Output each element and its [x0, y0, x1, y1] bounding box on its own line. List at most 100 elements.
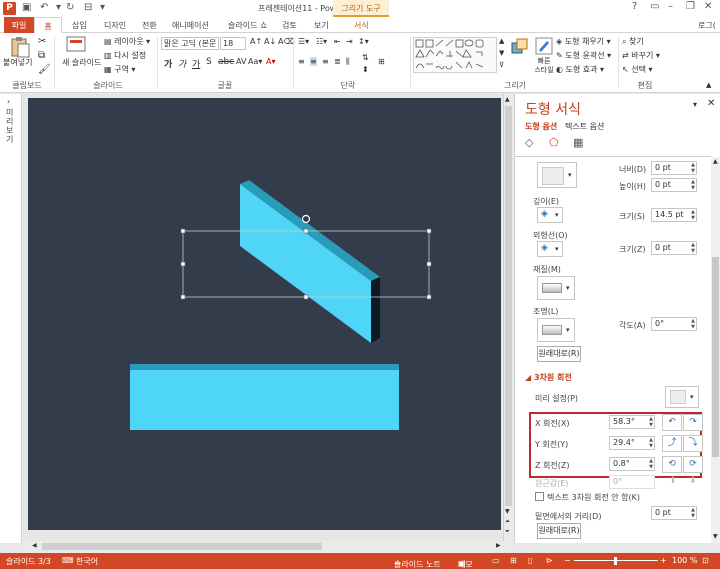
shape-fill-button[interactable]: ◈ 도형 채우기 ▾: [556, 36, 611, 47]
align-text-icon[interactable]: ⬍: [362, 65, 369, 74]
increase-indent-icon[interactable]: ⇥: [346, 37, 353, 46]
hscroll-thumb[interactable]: [42, 543, 322, 550]
restore-icon[interactable]: ❐: [686, 1, 695, 12]
scroll-up-icon[interactable]: ▲: [505, 96, 510, 103]
undo-icon[interactable]: ↶: [40, 2, 48, 13]
fit-slide-icon[interactable]: ⊡: [702, 556, 709, 565]
char-spacing-icon[interactable]: AV: [236, 57, 246, 66]
shape-outline-button[interactable]: ✎ 도형 윤곽선 ▾: [556, 50, 611, 61]
shrink-font-icon[interactable]: A↓: [264, 37, 276, 46]
shadow-icon[interactable]: S: [206, 57, 212, 67]
new-slide-icon[interactable]: [66, 36, 88, 54]
gallery-more-icon[interactable]: ⊽: [499, 61, 504, 69]
distance-spinner[interactable]: 0 pt ▲ ▼: [651, 506, 697, 520]
tab-text-options[interactable]: 텍스트 옵션: [565, 121, 604, 132]
y-rotate-down-icon[interactable]: ⤵: [683, 435, 703, 452]
smartart-icon[interactable]: ⊞: [378, 57, 385, 66]
reset-3d-rotation-button[interactable]: 원래대로(R): [537, 523, 581, 539]
shapes-gallery[interactable]: [413, 37, 497, 73]
tab-insert[interactable]: 삽입: [72, 17, 87, 33]
minimize-icon[interactable]: –: [668, 1, 673, 12]
spinner-arrows-icon[interactable]: ▲ ▼: [649, 437, 653, 449]
font-color-icon[interactable]: A▾: [266, 57, 276, 66]
help-icon[interactable]: ?: [632, 1, 637, 12]
shape-effects-button[interactable]: ◐ 도형 효과 ▾: [556, 64, 604, 75]
tab-file[interactable]: 파일: [4, 17, 34, 33]
scroll-down-icon[interactable]: ▼: [713, 533, 718, 540]
zoom-slider-thumb[interactable]: [614, 557, 617, 565]
tab-view[interactable]: 보기: [314, 17, 329, 33]
spinner-arrows-icon[interactable]: ▲ ▼: [691, 507, 695, 519]
tab-shape-options[interactable]: 도형 옵션: [525, 121, 557, 132]
spinner-arrows-icon[interactable]: ▲ ▼: [649, 416, 653, 428]
prev-slide-icon[interactable]: ⏶: [505, 518, 510, 526]
close-icon[interactable]: ✕: [704, 1, 712, 12]
scroll-up-icon[interactable]: ▲: [713, 158, 718, 165]
underline-icon[interactable]: 가: [192, 57, 200, 70]
arrange-icon[interactable]: [510, 37, 530, 57]
align-center-icon[interactable]: ≡: [310, 57, 317, 66]
material-dropdown[interactable]: ▾: [537, 276, 575, 300]
font-name-dropdown[interactable]: 맑은 고딕 (본문: [161, 37, 219, 50]
new-slide-button[interactable]: 새 슬라이드: [62, 57, 101, 68]
next-slide-icon[interactable]: ⏷: [505, 528, 510, 536]
find-button[interactable]: ⌕ 찾기: [622, 36, 644, 47]
x-rotation-spinner[interactable]: 58.3° ▲ ▼: [609, 415, 655, 429]
replace-button[interactable]: ⇄ 바꾸기 ▾: [622, 50, 660, 61]
account-name[interactable]: 로그(: [698, 17, 716, 33]
line-spacing-icon[interactable]: ↕▾: [358, 37, 369, 46]
spinner-arrows-icon[interactable]: ▲ ▼: [691, 162, 695, 174]
slide-canvas[interactable]: [28, 98, 501, 530]
font-size-dropdown[interactable]: 18: [220, 37, 246, 50]
scroll-left-icon[interactable]: ◀: [32, 542, 37, 549]
pane-scrollbar[interactable]: ▲ ▼: [711, 157, 720, 543]
reading-view-icon[interactable]: ▯: [528, 556, 532, 565]
pane-scroll-thumb[interactable]: [712, 257, 719, 457]
copy-icon[interactable]: ⧉: [38, 50, 45, 61]
rotation-section-header[interactable]: ◢ 3차원 회전: [525, 372, 572, 383]
horizontal-scrollbar[interactable]: ◀ ▶: [22, 541, 513, 553]
vertical-scrollbar[interactable]: ▲ ▼ ⏶ ⏷: [503, 94, 513, 543]
zoom-level[interactable]: 100 %: [672, 556, 697, 565]
contour-size-spinner[interactable]: 0 pt ▲ ▼: [651, 241, 697, 255]
tab-home[interactable]: 홈: [34, 17, 62, 34]
grow-font-icon[interactable]: A↑: [250, 37, 262, 46]
align-right-icon[interactable]: ≡: [322, 57, 329, 66]
section-button[interactable]: ▦ 구역 ▾: [104, 64, 135, 75]
scroll-right-icon[interactable]: ▶: [496, 542, 501, 549]
strikethrough-icon[interactable]: abc: [218, 57, 234, 67]
z-rotation-spinner[interactable]: 0.8° ▲ ▼: [609, 457, 655, 471]
undo-dropdown-icon[interactable]: ▾: [56, 2, 61, 13]
ribbon-display-icon[interactable]: ▭: [650, 1, 659, 12]
rotation-preset-dropdown[interactable]: ▾: [665, 386, 699, 408]
collapse-ribbon-icon[interactable]: ▲: [706, 81, 711, 89]
zoom-in-icon[interactable]: +: [660, 556, 667, 565]
normal-view-icon[interactable]: ▭: [492, 556, 500, 565]
x-rotate-left-icon[interactable]: ↶: [662, 414, 682, 431]
spinner-arrows-icon[interactable]: ▲ ▼: [691, 209, 695, 221]
save-icon[interactable]: ▣: [22, 2, 31, 13]
depth-color-dropdown[interactable]: ◈ ▾: [537, 207, 563, 223]
paste-button[interactable]: 붙여넣기: [3, 57, 32, 68]
tab-review[interactable]: 검토: [282, 17, 297, 33]
gallery-down-icon[interactable]: ▼: [499, 49, 504, 57]
bold-icon[interactable]: 가: [164, 57, 172, 70]
x-rotate-right-icon[interactable]: ↷: [683, 414, 703, 431]
tab-transitions[interactable]: 전환: [142, 17, 157, 33]
expand-thumbnails-icon[interactable]: ›: [7, 97, 10, 106]
bevel-top-dropdown[interactable]: ▾: [537, 162, 577, 188]
tab-design[interactable]: 디자인: [104, 17, 126, 33]
contour-color-dropdown[interactable]: ◈ ▾: [537, 241, 563, 257]
italic-icon[interactable]: 가: [178, 57, 186, 70]
quick-styles-icon[interactable]: [534, 36, 554, 56]
decrease-indent-icon[interactable]: ⇤: [334, 37, 341, 46]
customize-qat-icon[interactable]: ▾: [100, 2, 105, 13]
numbering-icon[interactable]: ☷▾: [316, 37, 327, 46]
y-rotate-up-icon[interactable]: ⤴: [662, 435, 682, 452]
spinner-arrows-icon[interactable]: ▲ ▼: [649, 458, 653, 470]
reset-button[interactable]: ▥ 다시 설정: [104, 50, 146, 61]
spinner-arrows-icon[interactable]: ▲ ▼: [691, 179, 695, 191]
spinner-arrows-icon[interactable]: ▲ ▼: [691, 318, 695, 330]
y-rotation-spinner[interactable]: 29.4° ▲ ▼: [609, 436, 655, 450]
tab-slideshow[interactable]: 슬라이드 쇼: [228, 17, 267, 33]
